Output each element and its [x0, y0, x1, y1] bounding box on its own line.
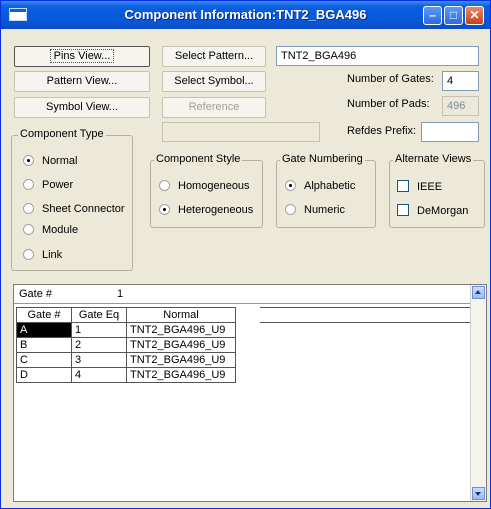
scroll-up-arrow-icon[interactable]	[472, 286, 485, 299]
maximize-icon: □	[449, 8, 458, 22]
component-type-normal-radio[interactable]: Normal	[23, 155, 77, 168]
table-cell[interactable]: TNT2_BGA496_U9	[126, 367, 236, 383]
vertical-scrollbar[interactable]	[470, 285, 486, 501]
refdes-prefix-label: Refdes Prefix:	[347, 125, 417, 137]
number-of-gates-field[interactable]: 4	[442, 71, 479, 91]
minimize-icon: –	[429, 8, 436, 22]
radio-icon	[285, 204, 296, 215]
module-label: Module	[42, 224, 79, 236]
radio-icon	[23, 203, 34, 214]
table-cell[interactable]: 2	[71, 337, 127, 353]
component-style-group: Component Style Homogeneous Heterogeneou…	[150, 153, 263, 228]
symbol-view-button[interactable]: Symbol View...	[14, 97, 150, 118]
normal-label: Normal	[42, 155, 78, 167]
radio-icon	[23, 224, 34, 235]
numeric-label: Numeric	[304, 204, 345, 216]
column-header-gate[interactable]: Gate #	[16, 307, 72, 323]
number-of-pads-label: Number of Pads:	[347, 98, 430, 110]
component-type-link-radio[interactable]: Link	[23, 249, 62, 262]
component-style-title: Component Style	[154, 153, 243, 165]
gates-grid-panel[interactable]: Gate # 1 Gate # Gate Eq Normal A 1 TNT2_…	[13, 284, 487, 502]
select-pattern-button[interactable]: Select Pattern...	[162, 46, 266, 67]
table-header-row: Gate # Gate Eq Normal	[16, 307, 236, 323]
window-title: Component Information:TNT2_BGA496	[124, 7, 367, 22]
power-label: Power	[42, 179, 74, 191]
component-type-module-radio[interactable]: Module	[23, 224, 78, 237]
close-button[interactable]: ✕	[465, 6, 484, 25]
minimize-button[interactable]: –	[423, 6, 442, 25]
sheet-connector-label: Sheet Connector	[42, 203, 125, 215]
table-cell[interactable]: 1	[71, 322, 127, 338]
pattern-view-button[interactable]: Pattern View...	[14, 71, 150, 92]
table-cell[interactable]: TNT2_BGA496_U9	[126, 322, 236, 338]
gate-numbering-group: Gate Numbering Alphabetic Numeric	[276, 153, 376, 228]
demorgan-label: DeMorgan	[417, 205, 469, 217]
alternate-views-group: Alternate Views IEEE DeMorgan	[389, 153, 485, 228]
checkbox-icon	[397, 204, 409, 216]
pattern-view-label: Pattern View...	[46, 75, 118, 87]
header-row-extension	[260, 307, 470, 323]
ieee-label: IEEE	[417, 181, 443, 193]
component-name-field[interactable]: TNT2_BGA496	[276, 46, 479, 66]
alphabetic-label: Alphabetic	[304, 180, 356, 192]
table-row[interactable]: A 1 TNT2_BGA496_U9	[16, 322, 236, 338]
table-row[interactable]: D 4 TNT2_BGA496_U9	[16, 367, 236, 383]
reference-button[interactable]: Reference	[162, 97, 266, 118]
numbering-alphabetic-radio[interactable]: Alphabetic	[285, 180, 355, 193]
select-pattern-label: Select Pattern...	[174, 50, 254, 62]
maximize-button[interactable]: □	[444, 6, 463, 25]
component-type-sheet-connector-radio[interactable]: Sheet Connector	[23, 203, 125, 216]
reference-label: Reference	[188, 101, 240, 113]
column-header-normal[interactable]: Normal	[126, 307, 236, 323]
table-cell[interactable]: A	[16, 322, 72, 338]
link-label: Link	[42, 249, 63, 261]
number-of-gates-label: Number of Gates:	[347, 73, 434, 85]
numbering-numeric-radio[interactable]: Numeric	[285, 204, 345, 217]
demorgan-checkbox[interactable]: DeMorgan	[397, 204, 468, 218]
table-row[interactable]: B 2 TNT2_BGA496_U9	[16, 337, 236, 353]
symbol-view-label: Symbol View...	[46, 101, 118, 113]
grid-header-value: 1	[117, 288, 124, 300]
table-row[interactable]: C 3 TNT2_BGA496_U9	[16, 352, 236, 368]
radio-icon	[23, 179, 34, 190]
gates-table[interactable]: Gate # Gate Eq Normal A 1 TNT2_BGA496_U9…	[16, 307, 236, 383]
component-type-power-radio[interactable]: Power	[23, 179, 73, 192]
gate-numbering-title: Gate Numbering	[280, 153, 365, 165]
checkbox-icon	[397, 180, 409, 192]
number-of-pads-field: 496	[442, 96, 479, 116]
radio-checked-icon	[159, 204, 170, 215]
radio-checked-icon	[285, 180, 296, 191]
component-type-group: Component Type Normal Power Sheet Connec…	[11, 128, 133, 271]
table-cell[interactable]: 4	[71, 367, 127, 383]
pins-view-button[interactable]: Pins View...	[14, 46, 150, 67]
grid-status-header: Gate # 1	[14, 285, 472, 304]
refdes-prefix-field[interactable]	[421, 122, 479, 142]
table-cell[interactable]: TNT2_BGA496_U9	[126, 337, 236, 353]
table-cell[interactable]: C	[16, 352, 72, 368]
table-cell[interactable]: 3	[71, 352, 127, 368]
radio-icon	[159, 180, 170, 191]
column-header-gate-eq[interactable]: Gate Eq	[71, 307, 127, 323]
radio-icon	[23, 249, 34, 260]
table-cell[interactable]: D	[16, 367, 72, 383]
scroll-down-arrow-icon[interactable]	[472, 487, 485, 500]
select-symbol-label: Select Symbol...	[174, 75, 254, 87]
heterogeneous-label: Heterogeneous	[178, 204, 254, 216]
table-cell[interactable]: TNT2_BGA496_U9	[126, 352, 236, 368]
homogeneous-label: Homogeneous	[178, 180, 250, 192]
style-homogeneous-radio[interactable]: Homogeneous	[159, 180, 250, 193]
component-type-title: Component Type	[18, 128, 106, 140]
grid-header-label: Gate #	[19, 288, 53, 300]
select-symbol-button[interactable]: Select Symbol...	[162, 71, 266, 92]
radio-checked-icon	[23, 155, 34, 166]
pins-view-label: Pins View...	[49, 49, 115, 63]
close-icon: ✕	[469, 8, 480, 22]
component-information-window: Component Information:TNT2_BGA496 – □ ✕ …	[0, 0, 491, 509]
alternate-views-title: Alternate Views	[393, 153, 474, 165]
style-heterogeneous-radio[interactable]: Heterogeneous	[159, 204, 253, 217]
ieee-checkbox[interactable]: IEEE	[397, 180, 442, 194]
title-bar[interactable]: Component Information:TNT2_BGA496 – □ ✕	[1, 1, 490, 29]
reference-field	[162, 122, 320, 142]
table-cell[interactable]: B	[16, 337, 72, 353]
